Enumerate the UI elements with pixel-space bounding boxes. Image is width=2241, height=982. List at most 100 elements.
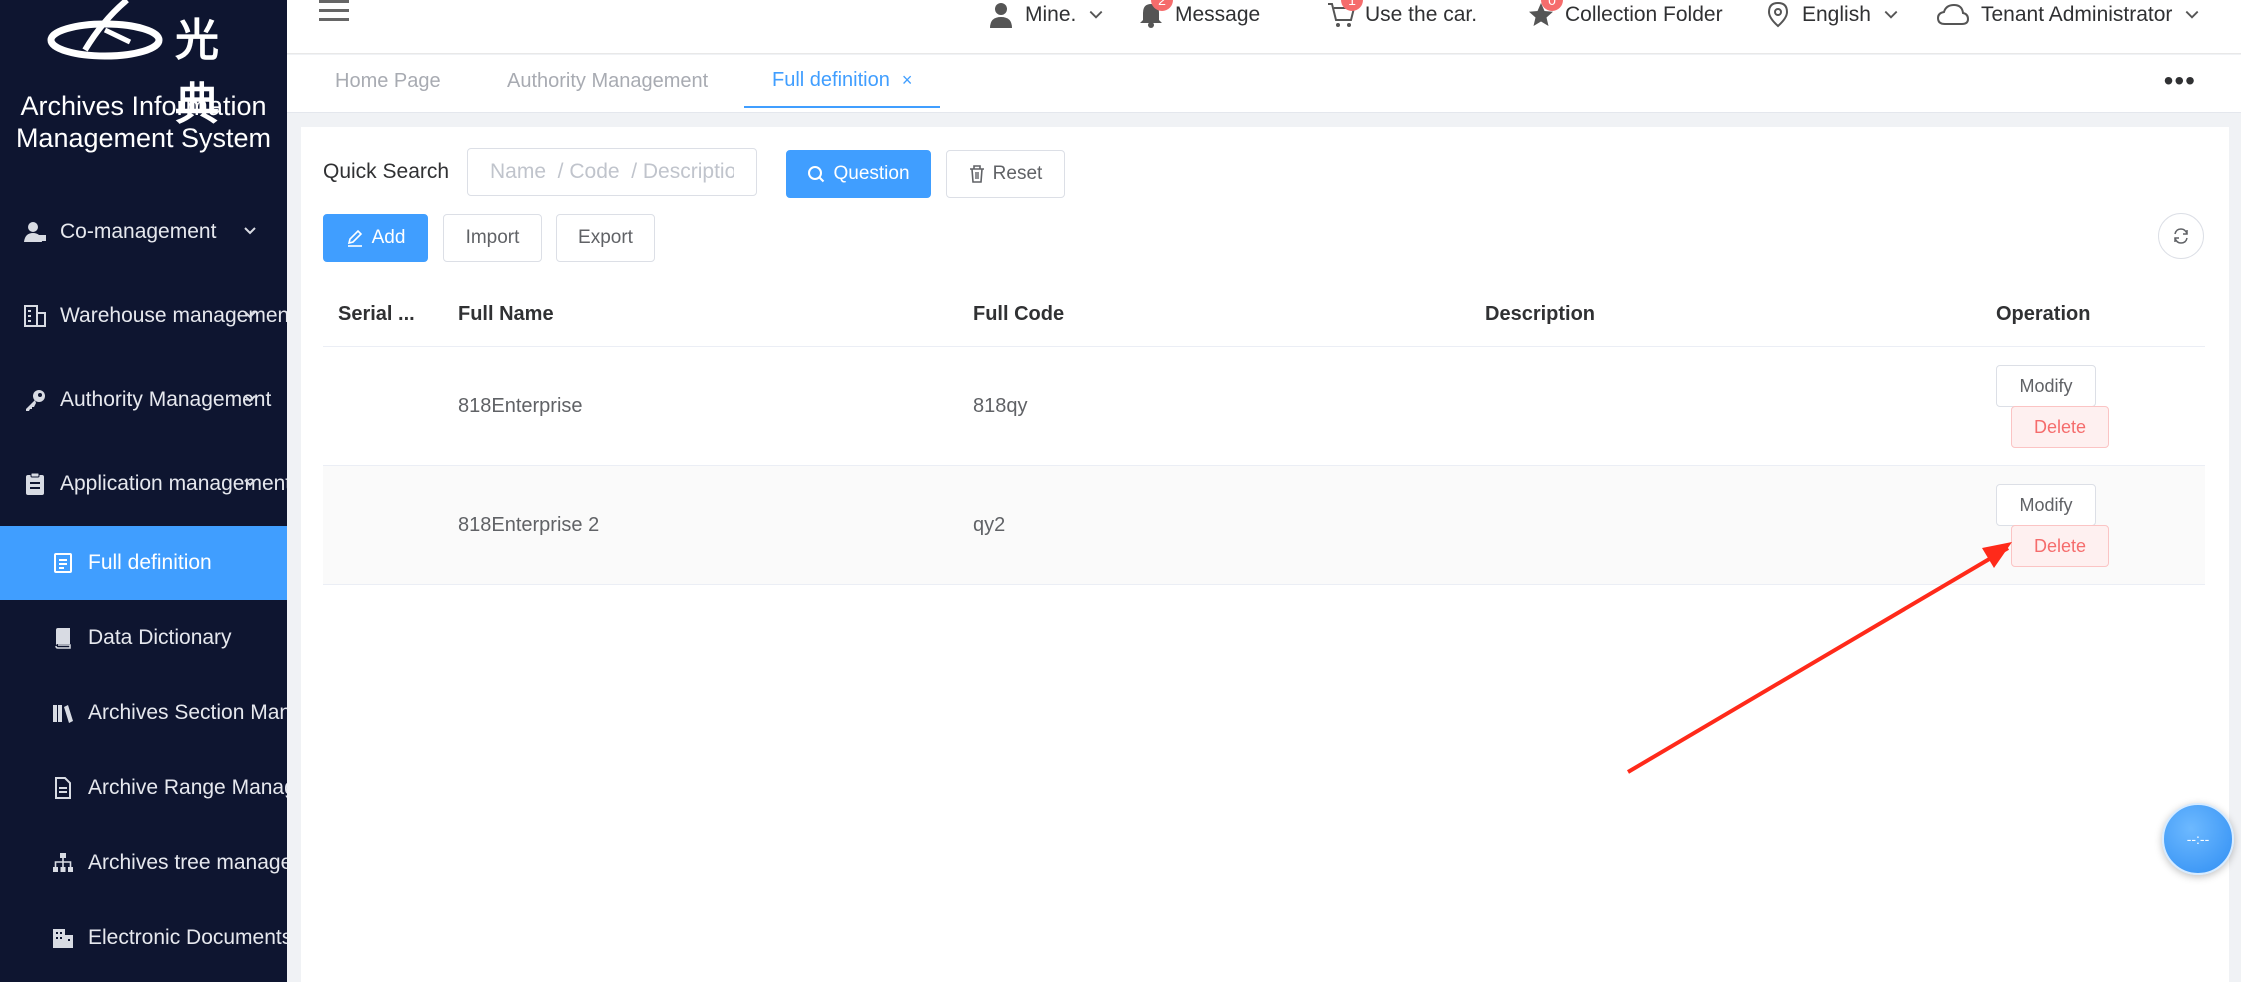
floating-button-label: --:-- (2186, 831, 2210, 847)
question-button[interactable]: Question (786, 150, 931, 198)
star-icon: 0 (1527, 0, 1563, 29)
system-title: Archives Information Management System (0, 90, 287, 154)
quick-search-label: Quick Search (323, 160, 450, 183)
refresh-icon (2174, 228, 2188, 244)
sidebar-item-label: Archives tree management (88, 851, 287, 874)
file-icon (50, 775, 76, 801)
sidebar-item-label: Full definition (88, 551, 212, 574)
office-icon (50, 925, 76, 951)
delete-button[interactable]: Delete (2011, 406, 2109, 448)
collection-label: Collection Folder (1565, 3, 1723, 26)
logo-mark-icon (47, 0, 163, 60)
clipboard-icon (22, 471, 48, 497)
document-icon (50, 550, 76, 576)
sidebar-item-warehouse-management[interactable]: Warehouse management (0, 279, 287, 353)
close-icon[interactable]: × (902, 70, 913, 91)
delete-label: Delete (2033, 535, 2087, 556)
tab-label: Authority Management (507, 69, 709, 92)
column-header-operation: Operation (1996, 303, 2091, 325)
modify-button[interactable]: Modify (1996, 365, 2096, 407)
message-menu[interactable]: 2 Message (1137, 0, 1260, 30)
chevron-down-icon (2186, 10, 2199, 19)
content-panel: Quick Search Question Reset Add Import E… (301, 127, 2229, 982)
modify-label: Modify (2019, 494, 2073, 515)
mine-label: Mine. (1025, 3, 1077, 26)
bell-icon: 2 (1137, 0, 1173, 29)
top-header: Mine. 2 Message 1 Use the car. 0 Collect… (287, 0, 2241, 54)
tab-authority-management[interactable]: Authority Management (507, 55, 708, 107)
hamburger-menu-icon[interactable] (319, 0, 349, 26)
chevron-down-icon (1089, 10, 1103, 19)
import-label: Import (465, 227, 520, 248)
refresh-button[interactable] (2158, 213, 2204, 259)
more-options-icon[interactable]: ••• (2164, 67, 2196, 95)
collection-folder-menu[interactable]: 0 Collection Folder (1527, 0, 1723, 30)
column-header-full-code: Full Code (973, 303, 1065, 325)
trash-icon (969, 165, 985, 183)
table-header: Serial ... Full Name Full Code Descripti… (323, 281, 2205, 347)
user-account-menu[interactable]: Tenant Administrator (1935, 0, 2200, 30)
sidebar-item-archives-section-management[interactable]: Archives Section Management (0, 676, 287, 750)
sidebar-item-archives-tree-management[interactable]: Archives tree management (0, 826, 287, 900)
sidebar-item-full-definition[interactable]: Full definition (0, 526, 287, 600)
edit-icon (346, 229, 364, 247)
sidebar-item-archive-range-management[interactable]: Archive Range Management (0, 751, 287, 825)
sidebar-item-authority-management[interactable]: Authority Management (0, 363, 287, 437)
table-row: 818Enterprise 2 qy2 Modify Delete (323, 466, 2205, 585)
export-button[interactable]: Export (556, 214, 655, 262)
chevron-down-icon (244, 227, 256, 235)
cart-label: Use the car. (1365, 3, 1478, 26)
sidebar-item-label: Co-management (60, 220, 217, 243)
modify-button[interactable]: Modify (1996, 484, 2096, 526)
delete-button[interactable]: Delete (2011, 525, 2109, 567)
cart-menu[interactable]: 1 Use the car. (1327, 0, 1477, 30)
sidebar-item-data-dictionary[interactable]: Data Dictionary (0, 601, 287, 675)
sidebar: 光典 Archives Information Management Syste… (0, 0, 287, 982)
cell-full-code: 818qy (973, 395, 1028, 417)
sidebar-item-electronic-documents[interactable]: Electronic Documents (0, 901, 287, 975)
cloud-icon (1935, 1, 1971, 29)
users-icon (22, 219, 48, 245)
table-row: 818Enterprise 818qy Modify Delete (323, 347, 2205, 466)
tabs-bar: Home Page Authority Management Full defi… (287, 55, 2241, 113)
import-button[interactable]: Import (443, 214, 542, 262)
book-icon (50, 625, 76, 651)
user-icon (987, 1, 1015, 29)
cart-icon: 1 (1327, 0, 1363, 29)
sidebar-item-label: Electronic Documents (88, 926, 287, 949)
cell-full-name: 818Enterprise (458, 395, 583, 417)
modify-label: Modify (2019, 375, 2073, 396)
logo: 光典 (45, 0, 245, 130)
sidebar-item-label: Archive Range Management (88, 776, 287, 799)
search-icon (807, 165, 825, 183)
language-menu[interactable]: English (1764, 0, 1899, 30)
mine-menu[interactable]: Mine. (987, 0, 1104, 30)
add-button[interactable]: Add (323, 214, 428, 262)
add-label: Add (371, 227, 406, 248)
quick-search-input[interactable] (467, 148, 757, 196)
location-pin-icon (1764, 1, 1792, 29)
chevron-down-icon (244, 311, 256, 319)
sidebar-item-application-management[interactable]: Application management (0, 447, 287, 521)
chevron-down-icon (244, 479, 256, 487)
system-title-line1: Archives Information (20, 91, 267, 121)
cell-full-name: 818Enterprise 2 (458, 514, 600, 536)
column-header-full-name: Full Name (458, 303, 554, 325)
export-label: Export (578, 227, 633, 248)
system-title-line2: Management System (15, 123, 272, 153)
sidebar-item-label: Archives Section Management (88, 701, 287, 724)
tab-home-page[interactable]: Home Page (335, 55, 441, 107)
tab-label: Full definition (772, 69, 890, 91)
tab-full-definition[interactable]: Full definition × (744, 55, 941, 108)
definitions-table: Serial ... Full Name Full Code Descripti… (323, 281, 2205, 585)
delete-label: Delete (2033, 416, 2087, 437)
floating-assistant-button[interactable]: --:-- (2162, 803, 2234, 875)
books-icon (50, 700, 76, 726)
question-label: Question (833, 163, 910, 184)
column-header-description: Description (1485, 303, 1596, 325)
chevron-down-icon (1884, 10, 1898, 19)
sidebar-item-co-management[interactable]: Co-management (0, 195, 287, 269)
message-label: Message (1175, 3, 1261, 26)
reset-label: Reset (992, 163, 1043, 184)
reset-button[interactable]: Reset (946, 150, 1065, 198)
